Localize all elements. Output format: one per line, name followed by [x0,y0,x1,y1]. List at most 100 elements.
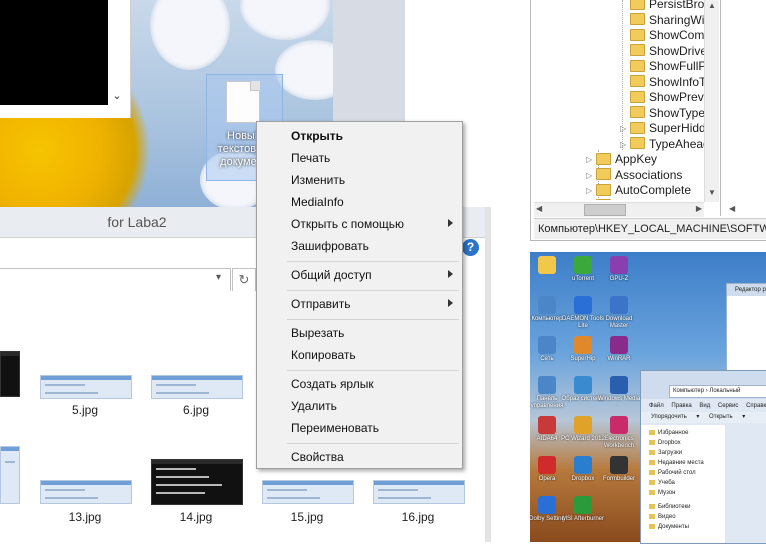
desktop-shortcut-icon[interactable] [538,336,556,354]
file-thumbnail[interactable] [0,351,20,397]
mini-nav-item[interactable]: Библиотеки [649,503,691,511]
expand-icon[interactable]: ▷ [586,168,594,183]
file-name-label[interactable]: 15.jpg [262,510,352,524]
desktop-shortcut-icon[interactable] [574,496,592,514]
expand-icon[interactable]: ▷ [586,199,594,200]
file-thumbnail[interactable] [40,480,132,504]
desktop-shortcut-icon[interactable] [538,256,556,274]
registry-key[interactable]: ShowInfoT [630,75,706,90]
mini-nav-item[interactable]: Документы [649,523,689,531]
registry-key[interactable]: PersistBrow [630,0,713,12]
file-thumbnail[interactable] [40,375,132,399]
file-thumbnail[interactable] [0,446,20,504]
registry-tree[interactable]: PersistBrow SharingWiz ShowCom ShowDrive Sho… [534,0,718,200]
mini-nav-item[interactable]: Видео [649,513,676,521]
file-name-label[interactable]: 6.jpg [151,403,241,417]
horizontal-scroll-thumb[interactable] [584,204,626,216]
file-thumbnail[interactable] [151,459,243,505]
desktop-shortcut-icon[interactable] [610,456,628,474]
help-icon[interactable]: ? [462,239,479,256]
desktop-shortcut-icon[interactable] [538,496,556,514]
desktop-shortcut-icon[interactable] [574,376,592,394]
desktop-shortcut-label[interactable]: MSI Afterburner [560,516,606,523]
desktop-shortcut-icon[interactable] [610,376,628,394]
text-file-icon[interactable] [226,81,260,123]
desktop-shortcut-icon[interactable] [610,336,628,354]
file-thumbnail[interactable] [262,480,354,504]
chevron-down-icon[interactable]: ▾ [216,272,221,283]
mini-nav-item[interactable]: Недавние места [649,459,704,467]
mini-nav-item[interactable]: Избранное [649,429,688,437]
desktop-shortcut-icon[interactable] [538,456,556,474]
expand-icon[interactable]: ▷ [586,152,594,167]
menu-item[interactable]: Зашифровать [257,236,462,258]
menu-item[interactable]: Копировать [257,345,462,367]
desktop-shortcut-icon[interactable] [538,376,556,394]
menu-item[interactable]: Удалить [257,396,462,418]
menu-item[interactable]: Отправить [257,294,462,316]
mini-nav-item[interactable]: Рабочий стол [649,469,696,477]
scroll-left-icon[interactable]: ◀ [536,204,542,213]
registry-key[interactable]: ShowCom [630,28,704,43]
file-name-label[interactable]: 13.jpg [40,510,130,524]
desktop-shortcut-icon[interactable] [610,256,628,274]
registry-vertical-scrollbar[interactable]: ▲ ▼ [704,0,719,202]
mini-nav-item[interactable]: Учеба [649,479,675,487]
address-bar[interactable] [0,268,231,292]
menu-item[interactable]: Свойства [257,447,462,469]
registry-key[interactable]: SharingWiz [630,13,710,28]
desktop-shortcut-label[interactable]: WinRAR [596,356,642,363]
menu-item[interactable]: Открыть с помощью [257,214,462,236]
desktop-shortcut-label[interactable]: Windows Media [596,396,642,403]
registry-key[interactable]: ShowPrevi [630,90,706,105]
menu-item[interactable]: Печать [257,148,462,170]
registry-key[interactable]: ▷ TypeAhead [620,137,710,152]
registry-key[interactable]: ShowDrive [630,44,707,59]
file-name-label[interactable]: 5.jpg [40,403,130,417]
registry-key[interactable]: ShowFullP [630,59,706,74]
registry-key[interactable]: ▷ AppKey [586,152,657,167]
file-name-label[interactable]: 14.jpg [151,510,241,524]
desktop-shortcut-icon[interactable] [538,416,556,434]
menu-item[interactable]: Общий доступ [257,265,462,287]
desktop-shortcut-icon[interactable] [610,416,628,434]
registry-key[interactable]: ▷ SuperHidd [620,121,706,136]
desktop-shortcut-label[interactable]: Formbuilder [596,476,642,483]
file-thumbnail[interactable] [373,480,465,504]
registry-key[interactable]: ▷ Associations [586,168,682,183]
refresh-button[interactable]: ↻ [232,268,256,292]
desktop-shortcut-label[interactable]: GPU-Z [596,276,642,283]
registry-key[interactable]: ▷ AutoplayHandl [586,199,693,200]
registry-key[interactable]: ShowType [630,106,705,121]
registry-values-pane[interactable]: ◀ [720,0,766,216]
menu-item[interactable]: Вырезать [257,323,462,345]
expand-icon[interactable]: ▷ [620,137,628,152]
file-thumbnail[interactable] [151,375,243,399]
file-name-label[interactable]: 16.jpg [373,510,463,524]
desktop-shortcut-label[interactable]: Electronics Workbench [596,436,642,450]
mini-nav-item[interactable]: Музон [649,489,675,497]
menu-item[interactable]: Переименовать [257,418,462,440]
registry-key[interactable]: ▷ AutoComplete [586,183,691,198]
chevron-down-icon[interactable]: ⌄ [111,90,123,102]
scroll-up-icon[interactable]: ▲ [707,1,717,10]
scroll-right-icon[interactable]: ▶ [696,204,702,213]
desktop-shortcut-icon[interactable] [574,256,592,274]
desktop-shortcut-icon[interactable] [610,296,628,314]
desktop-shortcut-icon[interactable] [574,336,592,354]
scroll-down-icon[interactable]: ▼ [707,188,717,197]
desktop-shortcut-label[interactable]: Download Master [596,316,642,330]
menu-item[interactable]: MediaInfo [257,192,462,214]
desktop-shortcut-icon[interactable] [538,296,556,314]
mini-nav-item[interactable]: Dropbox [649,439,681,447]
desktop-shortcut-icon[interactable] [574,456,592,474]
menu-item[interactable]: Создать ярлык [257,374,462,396]
expand-icon[interactable]: ▷ [586,183,594,198]
desktop-shortcut-icon[interactable] [574,296,592,314]
menu-item[interactable]: Изменить [257,170,462,192]
mini-nav-item[interactable]: Загрузки [649,449,682,457]
scroll-left-icon[interactable]: ◀ [729,204,735,213]
menu-item[interactable]: Открыть [257,126,462,148]
desktop-shortcut-icon[interactable] [574,416,592,434]
expand-icon[interactable]: ▷ [620,121,628,136]
